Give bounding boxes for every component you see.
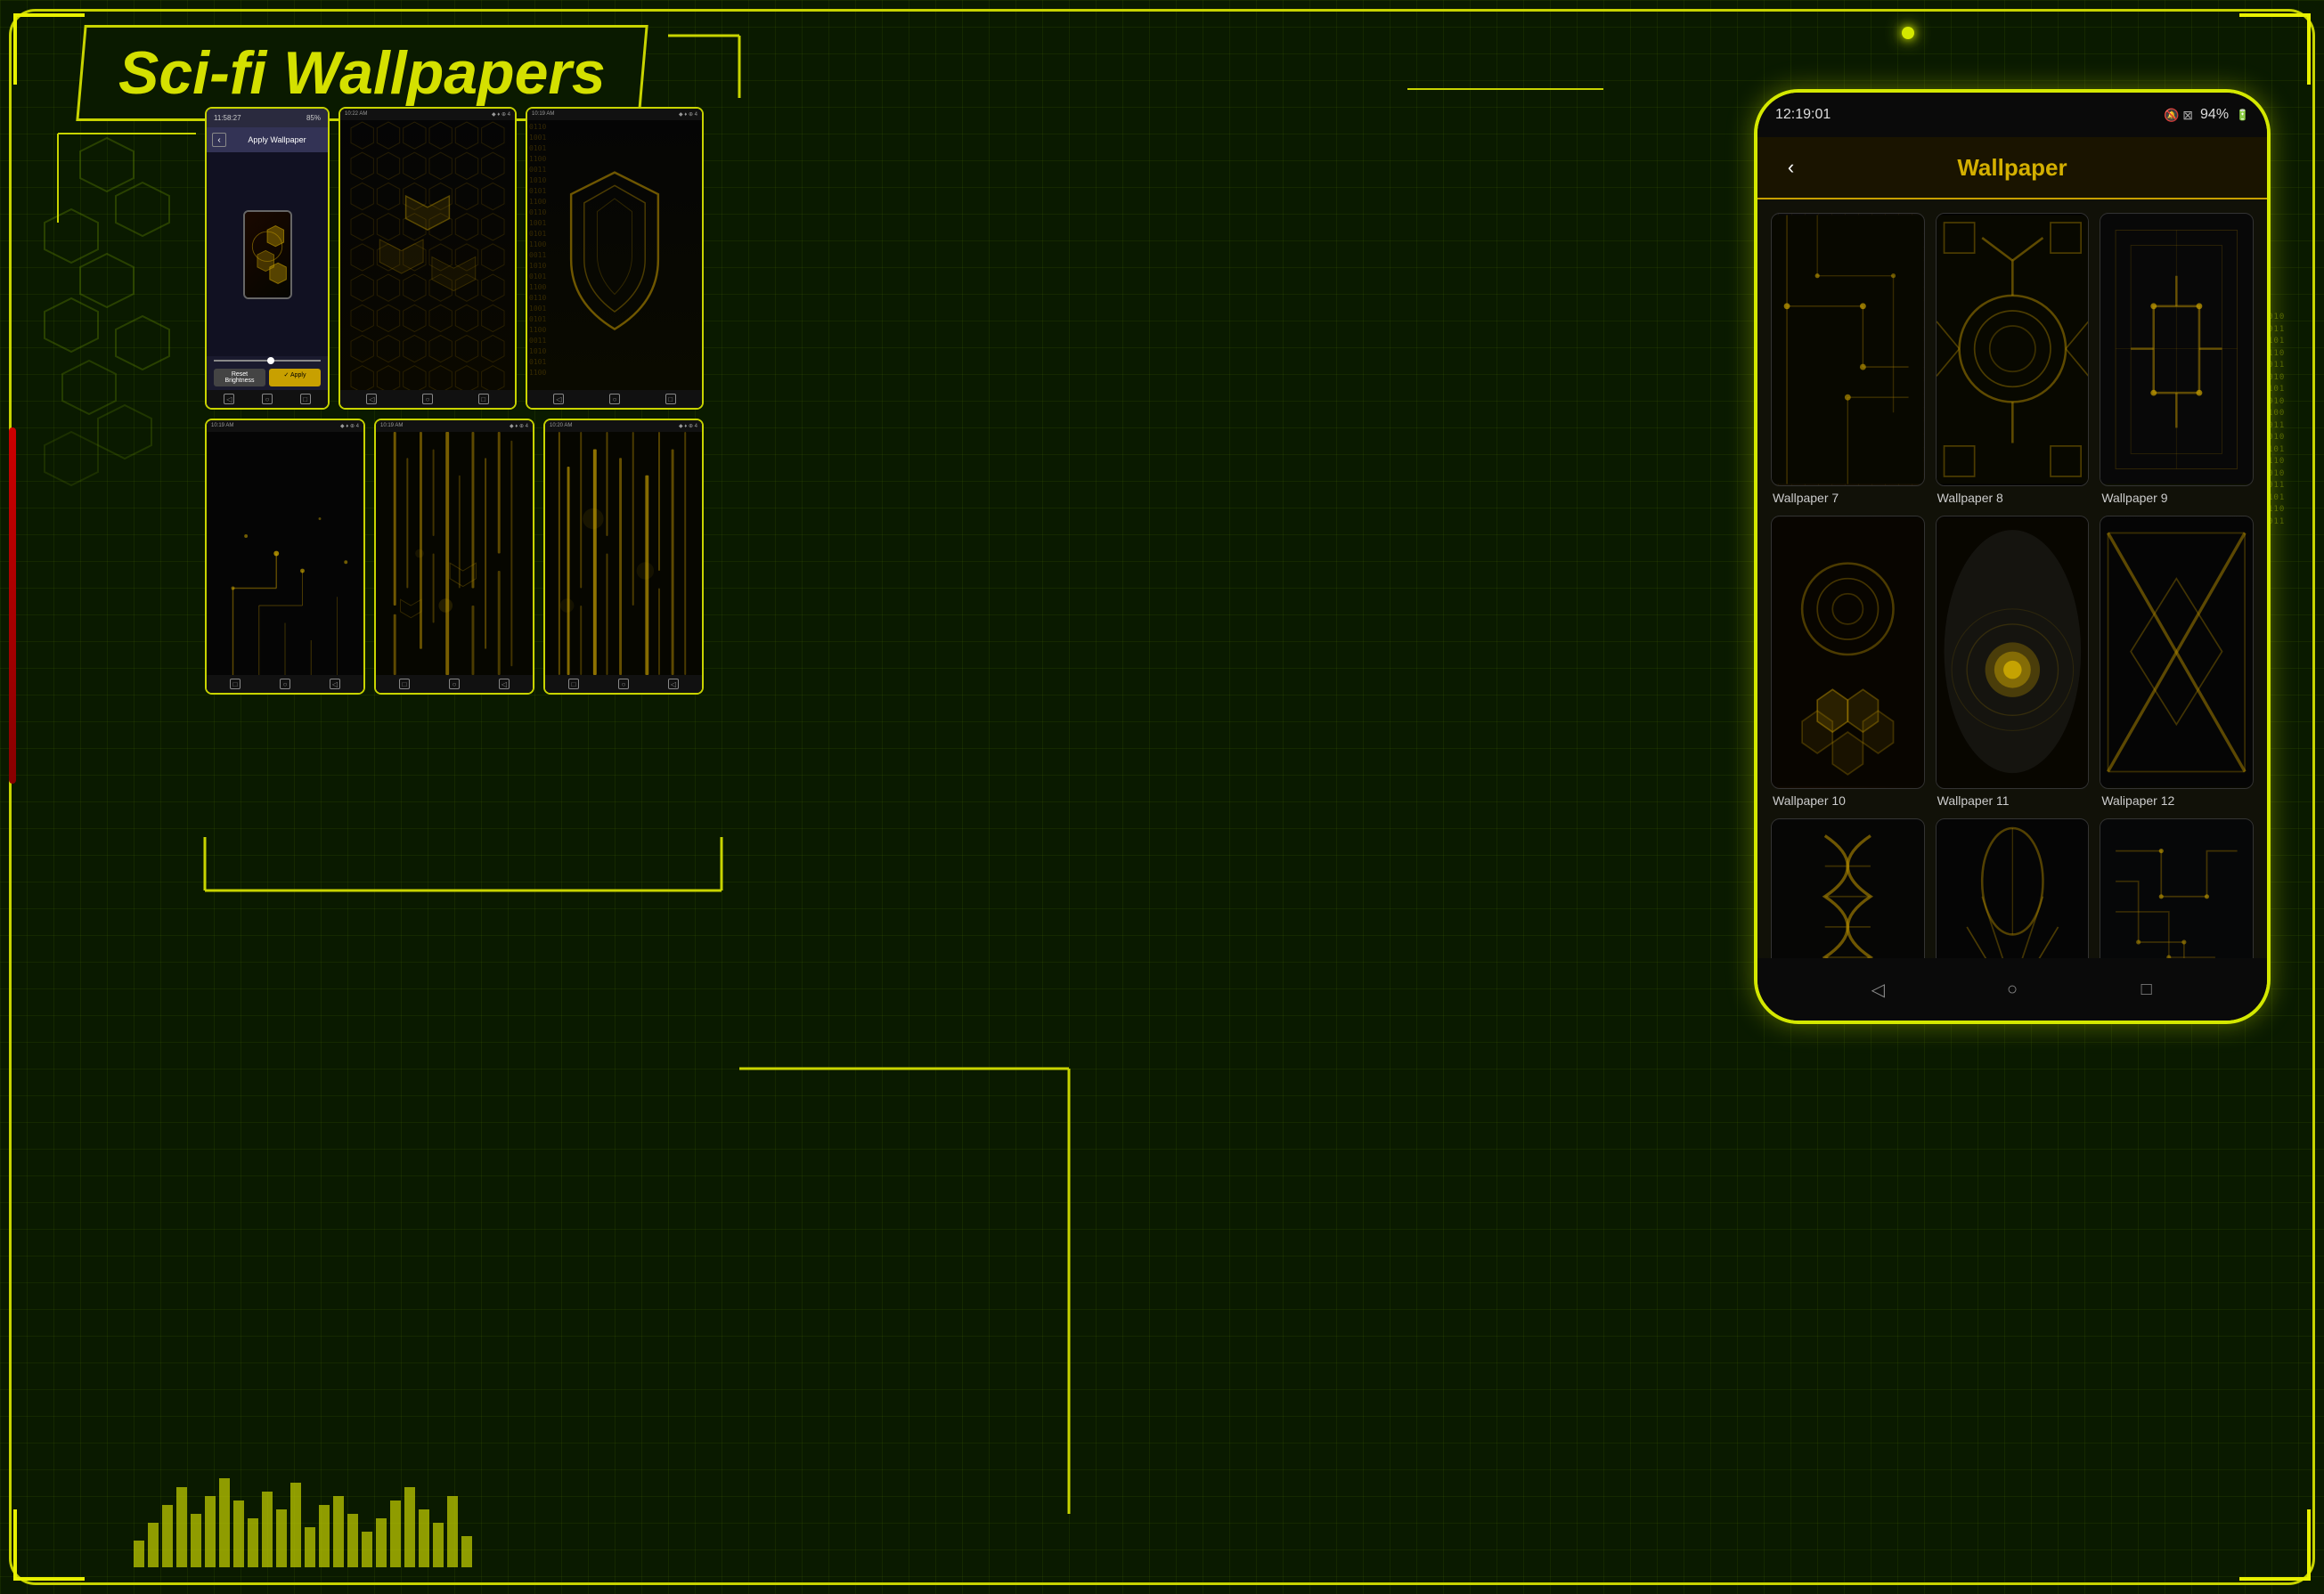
corner-decoration-br [2239,1509,2311,1581]
phone-nav-home[interactable]: ○ [1999,976,2026,1003]
phone-app-header: ‹ Wallpaper [1757,137,2267,199]
wallpaper-label-11: Wallpaper 11 [1936,793,2090,808]
wallpaper-9-svg [2100,214,2253,485]
phone-header-title: Wallpaper [1820,154,2205,182]
glow-dot-2 [1902,27,1914,39]
nav-recent-3[interactable]: □ [665,394,676,404]
wallpaper-item-7[interactable]: Wallpaper 7 [1771,213,1925,505]
wallpaper-thumb-13[interactable] [1771,818,1925,958]
wallpaper-item-11[interactable]: Wallpaper 11 [1936,516,2090,808]
apply-title: Apply Wallpaper [232,135,322,144]
nav-home-5[interactable]: ○ [449,679,460,689]
wallpaper-7-svg [1772,214,1924,485]
screenshot-shield[interactable]: 10:19 AM ◆ ♦ ⊕ 4 01101001010111000011101… [526,107,704,410]
wallpaper-item-12[interactable]: Walipaper 12 [2100,516,2254,808]
wallpaper-thumb-9[interactable] [2100,213,2254,486]
wallpaper-grid: Wallpaper 7 [1757,199,2267,958]
vertical-lines-pattern [376,432,533,675]
phone-nav-back[interactable]: ◁ [1864,976,1891,1003]
nav-home-4[interactable]: ○ [280,679,290,689]
equalizer-bars [134,1460,472,1567]
screenshot-row-1: 11:58:27 85% ‹ Apply Wallpaper [205,107,704,410]
preview-wallpaper [245,212,290,297]
wallpaper-13-svg [1772,819,1924,958]
wallpaper-14-svg [1937,819,2089,958]
nav-home-3[interactable]: ○ [609,394,620,404]
nav-back-3[interactable]: ◁ [553,394,564,404]
wallpaper-8-svg [1937,214,2089,485]
phone-device: 12:19:01 🔕 ⊠ 94% 🔋 ‹ Wallpaper [1754,89,2271,1024]
nav-back-4[interactable]: □ [230,679,241,689]
hex-decoration [27,125,223,570]
reset-brightness-button[interactable]: Reset Brightness [214,369,265,386]
screenshot-hex[interactable]: 10:22 AM ◆ ♦ ⊕ 4 [338,107,517,410]
corner-decoration-tl [13,13,85,85]
wallpaper-item-14[interactable] [1936,818,2090,958]
wallpaper-item-10[interactable]: Wallpaper 10 [1771,516,1925,808]
wallpaper-thumb-14[interactable] [1936,818,2090,958]
app-title: Sci-fi Wallpapers [118,38,606,108]
wallpaper-15-svg [2100,819,2253,958]
wallpaper-label-12: Walipaper 12 [2100,793,2254,808]
wallpaper-12-svg [2100,516,2253,788]
screenshot-row-2: 10:19 AM ◆ ♦ ⊕ 4 [205,419,704,695]
wallpaper-thumb-7[interactable] [1771,213,1925,486]
shield-wallpaper-pattern [527,120,702,390]
wallpaper-thumb-8[interactable] [1936,213,2090,486]
screenshot-circuit-bottom[interactable]: 10:19 AM ◆ ♦ ⊕ 4 [205,419,365,695]
wallpaper-10-svg [1772,516,1924,788]
hex-wallpaper-pattern [340,120,515,390]
wallpaper-thumb-12[interactable] [2100,516,2254,789]
screenshot-rain[interactable]: 10:20 AM ◆ ♦ ⊕ 4 [543,419,704,695]
phone-preview [243,210,292,299]
circuit-bottom-pattern [207,432,363,675]
phone-back-button[interactable]: ‹ [1775,152,1806,183]
nav-home-6[interactable]: ○ [618,679,629,689]
wallpaper-thumb-11[interactable] [1936,516,2090,789]
corner-decoration-bl [13,1509,85,1581]
rain-pattern [545,432,702,675]
nav-back-6[interactable]: □ [568,679,579,689]
wallpaper-label-10: Wallpaper 10 [1771,793,1925,808]
status-time: 12:19:01 [1775,107,1831,123]
status-icons: 🔕 ⊠ [2164,108,2193,123]
wallpaper-thumb-10[interactable] [1771,516,1925,789]
nav-recent-icon[interactable]: □ [300,394,311,404]
wallpaper-label-7: Wallpaper 7 [1771,491,1925,505]
phone-nav-bar: ◁ ○ □ [1757,958,2267,1021]
phone-status-bar: 12:19:01 🔕 ⊠ 94% 🔋 [1757,93,2267,137]
nav-back-5[interactable]: □ [399,679,410,689]
wallpaper-thumb-15[interactable] [2100,818,2254,958]
phone-nav-recent[interactable]: □ [2133,976,2160,1003]
wallpaper-item-9[interactable]: Wallpaper 9 [2100,213,2254,505]
nav-recent-4[interactable]: ◁ [330,679,340,689]
wallpaper-item-13[interactable] [1771,818,1925,958]
screenshots-area: 11:58:27 85% ‹ Apply Wallpaper [205,107,704,801]
nav-back-icon[interactable]: ◁ [224,394,234,404]
left-accent-bar [9,427,16,784]
apply-back-button[interactable]: ‹ [212,133,226,147]
nav-home-2[interactable]: ○ [422,394,433,404]
nav-recent-2[interactable]: □ [478,394,489,404]
wallpaper-label-9: Wallpaper 9 [2100,491,2254,505]
screenshot-vertical-lines[interactable]: 10:19 AM ◆ ♦ ⊕ 4 [374,419,534,695]
wallpaper-item-8[interactable]: Wallpaper 8 [1936,213,2090,505]
apply-button[interactable]: ✓ Apply [269,369,321,386]
nav-recent-6[interactable]: ◁ [668,679,679,689]
wallpaper-label-8: Wallpaper 8 [1936,491,2090,505]
corner-decoration-tr [2239,13,2311,85]
wallpaper-item-15[interactable] [2100,818,2254,958]
screenshot-apply[interactable]: 11:58:27 85% ‹ Apply Wallpaper [205,107,330,410]
nav-recent-5[interactable]: ◁ [499,679,510,689]
wallpaper-11-svg [1937,516,2089,788]
nav-home-icon[interactable]: ○ [262,394,273,404]
battery-level: 94% [2200,107,2229,123]
battery-icon: 🔋 [2236,109,2249,121]
nav-back-2[interactable]: ◁ [366,394,377,404]
